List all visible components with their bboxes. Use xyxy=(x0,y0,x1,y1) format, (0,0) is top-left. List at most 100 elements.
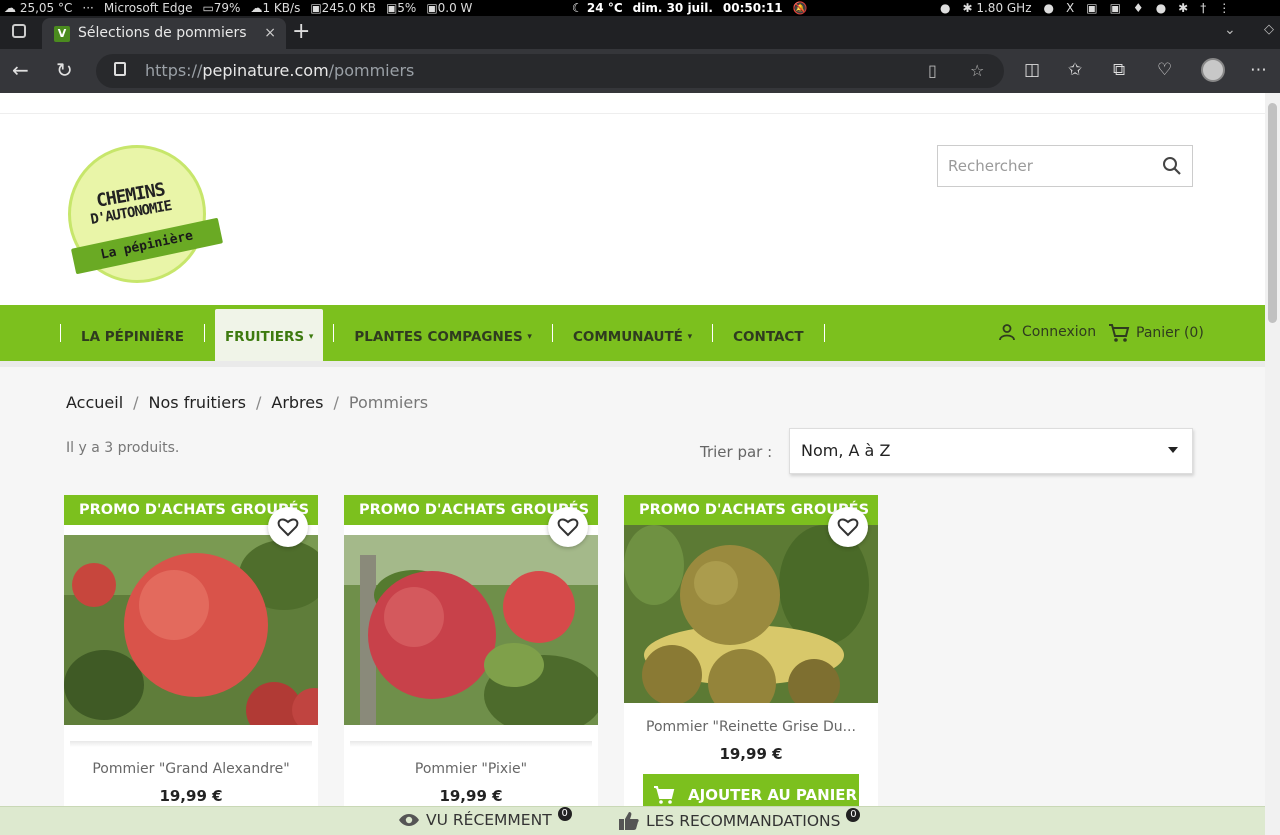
search-icon[interactable] xyxy=(1162,156,1182,176)
wishlist-button[interactable] xyxy=(268,507,308,547)
os-date: dim. 30 juil. xyxy=(632,1,713,15)
wishlist-button[interactable] xyxy=(548,507,588,547)
nav-separator xyxy=(823,324,825,342)
chevron-down-icon: ▾ xyxy=(687,332,693,342)
nav-item-label: FRUITIERS xyxy=(224,329,305,345)
os-clock: ☾ 24 °C dim. 30 juil. 00:50:11 🔕 xyxy=(572,0,808,16)
cart-icon xyxy=(654,786,675,804)
close-tab-icon[interactable]: × xyxy=(264,18,276,49)
favorites-icon[interactable]: ✩ xyxy=(1068,60,1082,80)
tab-title: Sélections de pommiers xyxy=(78,25,247,41)
nav-item-label: LA PÉPINIÈRE xyxy=(81,329,184,345)
os-memory: ▣245.0 KB xyxy=(310,1,376,15)
login-label: Connexion xyxy=(1022,324,1097,340)
product-card[interactable]: PROMO D'ACHATS GROUPÉS Pommier "Reinette… xyxy=(624,495,878,835)
product-card[interactable]: PROMO D'ACHATS GROUPÉS Pommier "Grand Al… xyxy=(64,495,318,835)
breadcrumb: Accueil / Nos fruitiers / Arbres / Pommi… xyxy=(66,393,428,412)
breadcrumb-home[interactable]: Accueil xyxy=(66,393,123,412)
wishlist-button[interactable] xyxy=(828,507,868,547)
heart-icon xyxy=(837,518,859,537)
bell-off-icon[interactable]: 🔕 xyxy=(793,0,808,16)
os-time: 00:50:11 xyxy=(722,1,783,15)
tray-icon[interactable]: ♦ xyxy=(1133,0,1144,16)
product-image[interactable] xyxy=(344,535,598,735)
scrollbar-thumb[interactable] xyxy=(1268,103,1277,323)
os-dots: ··· xyxy=(82,1,94,15)
user-icon xyxy=(999,324,1015,341)
product-price: 19,99 € xyxy=(159,787,223,805)
sort-label: Trier par : xyxy=(700,443,773,461)
tray-x-icon[interactable]: X xyxy=(1066,0,1074,16)
sort-select[interactable]: Nom, A à Z xyxy=(789,428,1193,474)
cart-label: Panier (0) xyxy=(1136,325,1204,341)
product-image[interactable] xyxy=(624,525,878,717)
add-to-cart-label: AJOUTER AU PANIER xyxy=(688,786,858,804)
tray-icon[interactable]: † xyxy=(1200,0,1206,16)
site-logo[interactable]: CHEMINS D'AUTONOMIE La pépinière xyxy=(66,143,232,285)
product-image[interactable] xyxy=(64,535,318,738)
breadcrumb-current: Pommiers xyxy=(348,393,429,412)
os-status-left: ☁ 25,05 °C ··· Microsoft Edge ▭79% ☁1 KB… xyxy=(4,0,472,16)
product-card[interactable]: PROMO D'ACHATS GROUPÉS Pommier "Pixie" 1… xyxy=(344,495,598,835)
cart-link[interactable]: Panier (0) xyxy=(1108,323,1204,343)
address-bar[interactable]: https://pepinature.com/pommiers ▯ ☆ xyxy=(96,54,1004,88)
breadcrumb-arbres[interactable]: Arbres xyxy=(271,393,323,412)
nav-separator xyxy=(333,324,335,342)
nav-item-plantes-compagnes[interactable]: PLANTES COMPAGNES ▾ xyxy=(344,309,542,361)
back-icon[interactable]: ← xyxy=(12,57,29,83)
tray-icon[interactable]: ▣ xyxy=(1110,0,1121,16)
tray-icon[interactable]: ● xyxy=(1044,0,1054,16)
reader-view-icon[interactable]: ▯ xyxy=(928,61,937,80)
favorite-star-icon[interactable]: ☆ xyxy=(970,61,984,80)
tray-icon[interactable]: ▣ xyxy=(1086,0,1097,16)
product-price: 19,99 € xyxy=(439,787,503,805)
tray-icon[interactable]: ✱ xyxy=(1178,0,1188,16)
more-menu-icon[interactable]: ⋯ xyxy=(1250,60,1267,80)
nav-item-contact[interactable]: CONTACT xyxy=(723,309,813,361)
breadcrumb-fruitiers[interactable]: Nos fruitiers xyxy=(149,393,246,412)
tray-menu-icon[interactable]: ⋮ xyxy=(1218,0,1230,16)
tray-icon[interactable]: ● xyxy=(1156,0,1166,16)
product-name[interactable]: Pommier "Reinette Grise Du... xyxy=(624,719,878,735)
nav-item-la-pépinière[interactable]: LA PÉPINIÈRE xyxy=(71,309,194,361)
page-scrollbar[interactable] xyxy=(1265,93,1280,835)
new-tab-icon[interactable]: + xyxy=(292,18,310,46)
browser-tab[interactable]: V Sélections de pommiers × xyxy=(42,18,286,49)
profile-avatar[interactable] xyxy=(1201,58,1225,82)
collections-icon[interactable]: ⧉ xyxy=(1113,60,1125,80)
lock-icon[interactable] xyxy=(114,62,126,76)
os-cpu: ▣5% xyxy=(385,1,417,15)
nav-item-communauté[interactable]: COMMUNAUTÉ ▾ xyxy=(563,309,702,361)
nav-separator xyxy=(712,324,714,342)
split-screen-icon[interactable]: ◫ xyxy=(1024,60,1040,80)
tray-icon[interactable]: ● xyxy=(940,0,950,16)
sort-value: Nom, A à Z xyxy=(801,441,891,460)
tray-cpu-freq: ✱ 1.80 GHz xyxy=(962,1,1032,15)
chevron-down-icon: ▾ xyxy=(527,332,532,342)
product-name[interactable]: Pommier "Grand Alexandre" xyxy=(64,761,318,777)
window-icon[interactable] xyxy=(12,24,26,38)
tab-list-chevron-icon[interactable]: ⌄ xyxy=(1224,22,1236,38)
search-input[interactable] xyxy=(938,146,1138,186)
heart-icon xyxy=(557,518,579,537)
thumbs-up-icon xyxy=(619,812,639,830)
reload-icon[interactable]: ↻ xyxy=(56,57,73,83)
heart-icon xyxy=(277,518,299,537)
nav-item-fruitiers[interactable]: FRUITIERS ▾ xyxy=(214,309,324,361)
os-network: ☁1 KB/s xyxy=(250,1,301,15)
sticky-footer-bar: VU RÉCEMMENT 0 LES RECOMMANDATIONS 0 xyxy=(0,806,1265,835)
os-weather: ☁ 25,05 °C xyxy=(4,1,73,15)
url-text[interactable]: https://pepinature.com/pommiers xyxy=(145,54,414,88)
login-link[interactable]: Connexion xyxy=(998,323,1096,341)
browser-essentials-icon[interactable]: ♡ xyxy=(1157,60,1172,80)
search-box xyxy=(937,145,1193,187)
diamond-icon[interactable]: ◇ xyxy=(1264,22,1274,37)
breadcrumb-separator: / xyxy=(133,393,139,412)
nav-separator xyxy=(203,324,205,342)
product-count: Il y a 3 produits. xyxy=(66,440,180,456)
product-name[interactable]: Pommier "Pixie" xyxy=(344,761,598,777)
recently-viewed-button[interactable]: VU RÉCEMMENT 0 xyxy=(398,807,572,829)
chevron-down-icon: ▾ xyxy=(308,332,314,342)
recommendations-button[interactable]: LES RECOMMANDATIONS 0 xyxy=(618,808,861,831)
browser-toolbar: ← ↻ https://pepinature.com/pommiers ▯ ☆ … xyxy=(0,49,1280,93)
